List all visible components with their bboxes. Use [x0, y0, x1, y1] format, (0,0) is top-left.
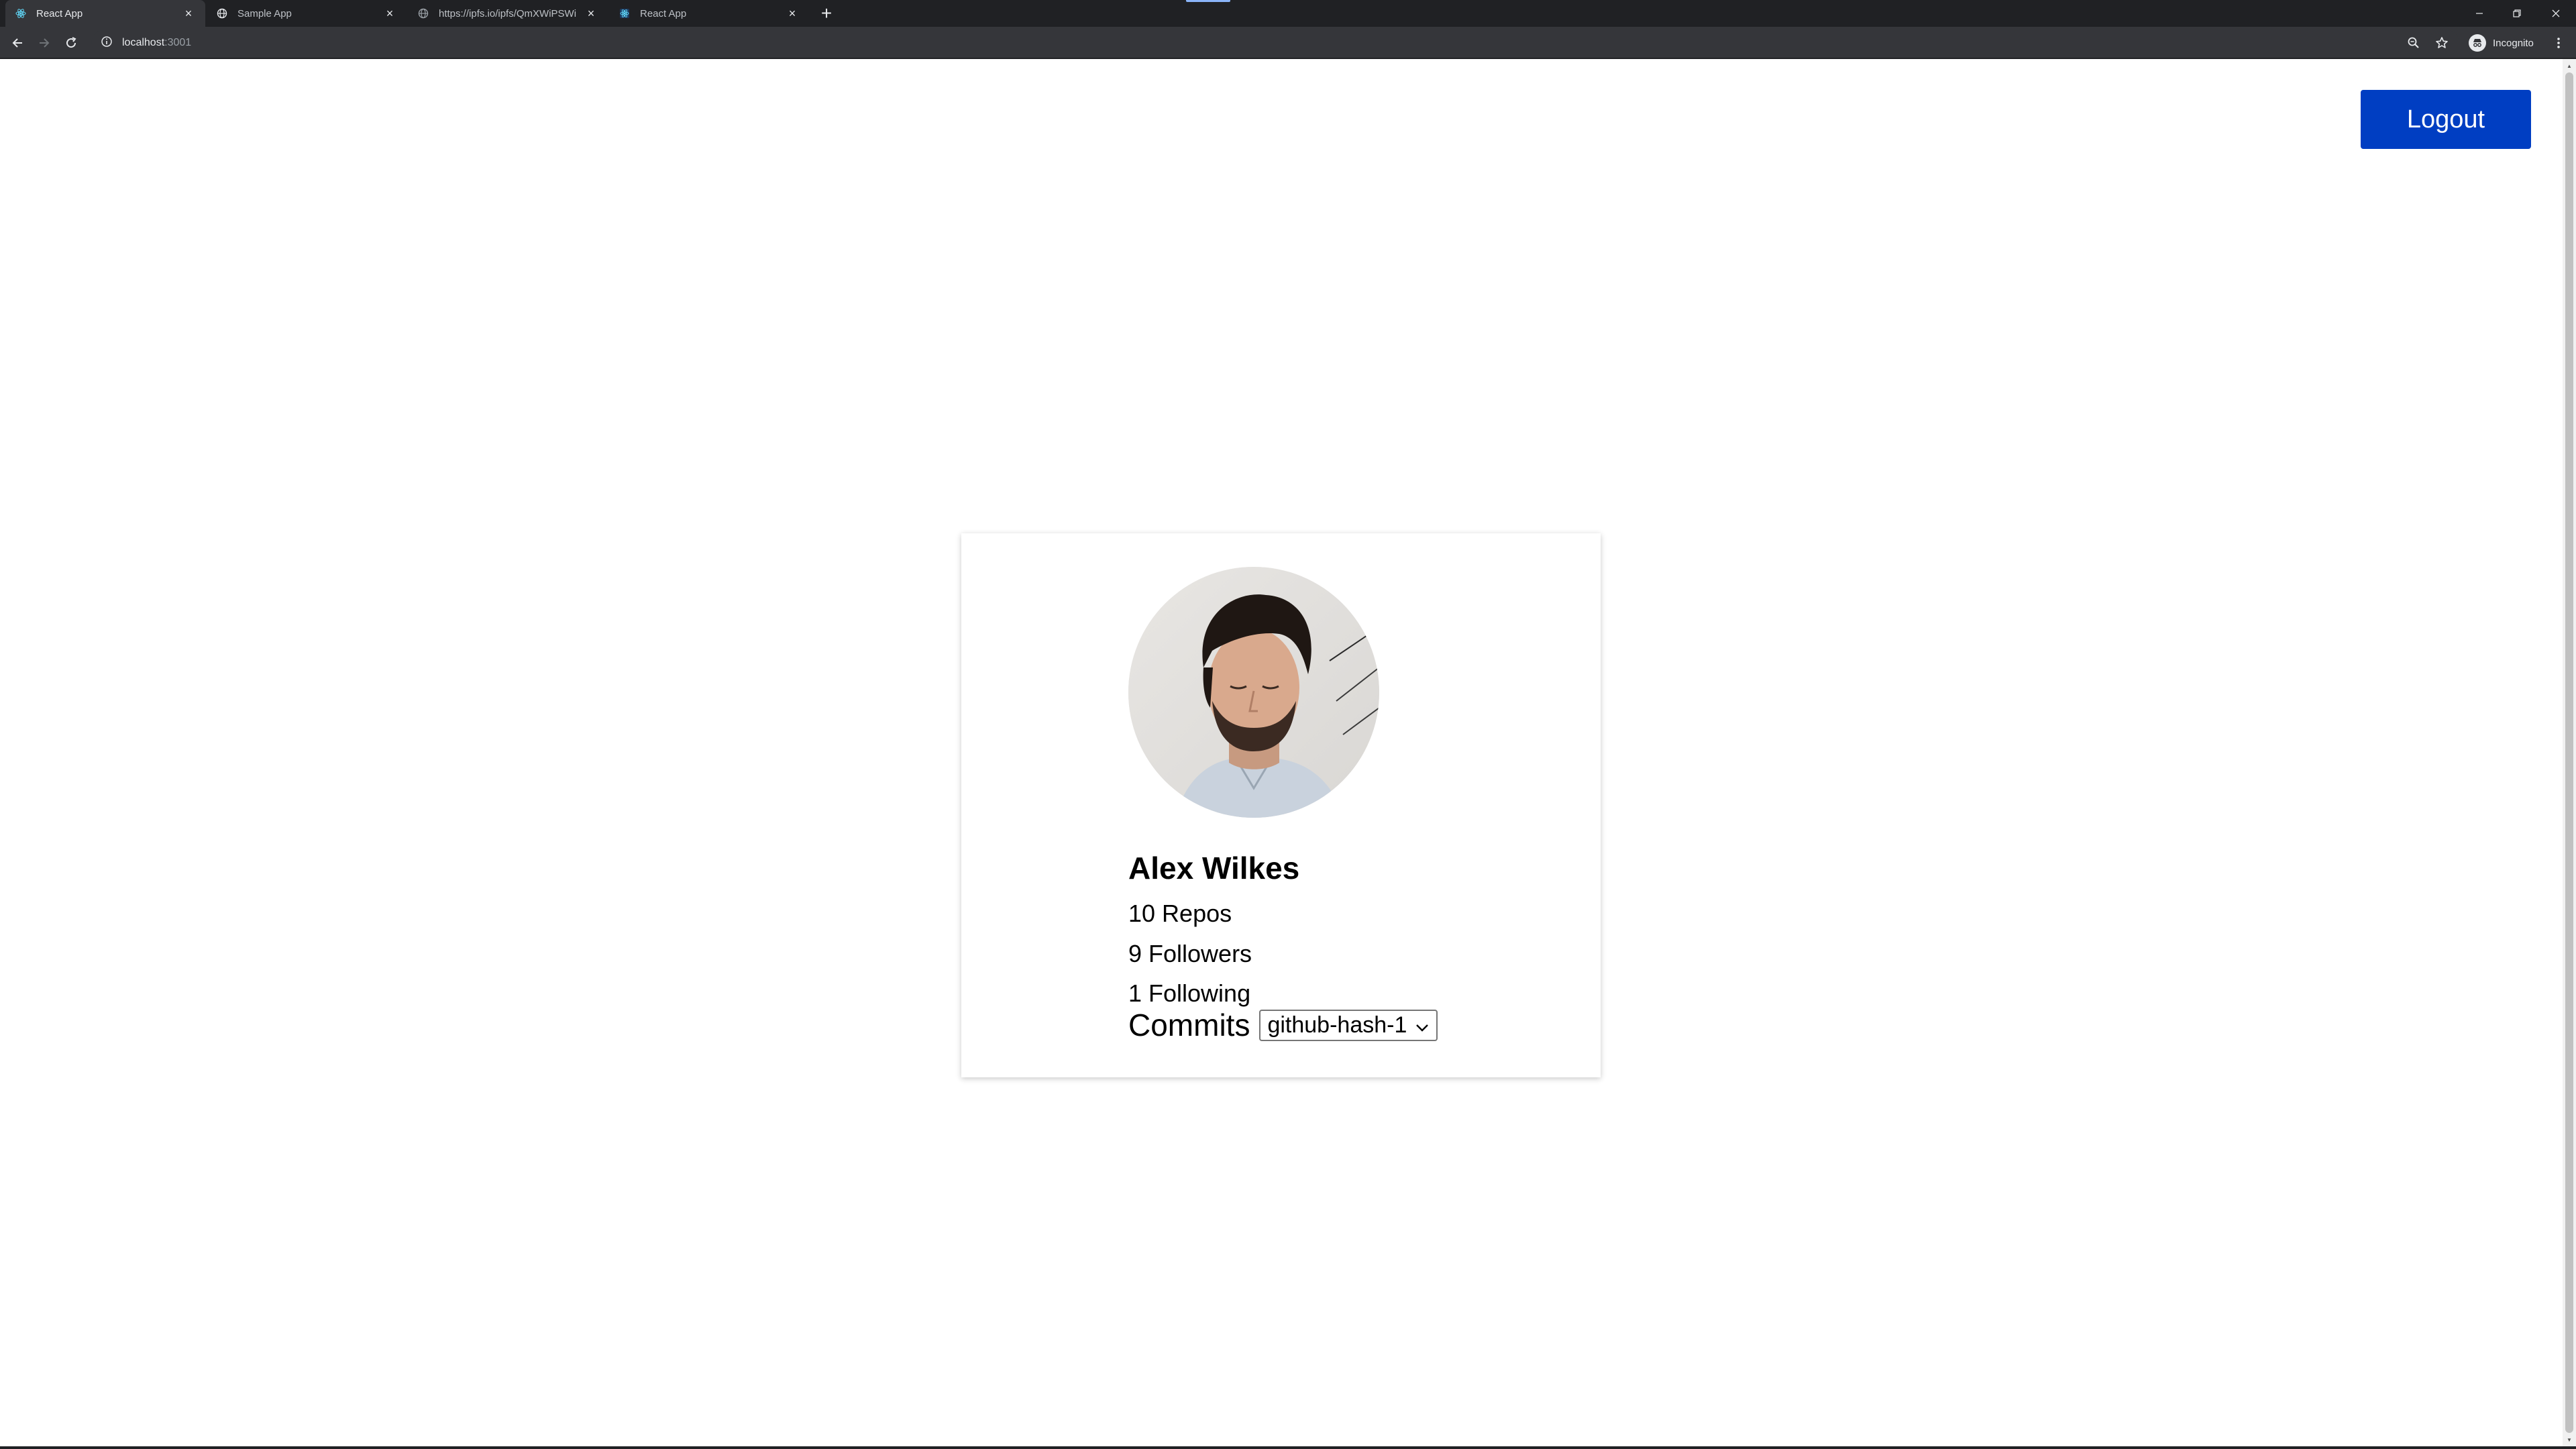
reload-icon[interactable]: [59, 31, 83, 55]
scroll-down-arrow-icon[interactable]: ▼: [2563, 1434, 2576, 1445]
restore-icon[interactable]: [2498, 0, 2536, 27]
react-icon: [15, 7, 27, 19]
minimize-icon[interactable]: [2461, 0, 2498, 27]
back-icon[interactable]: [5, 31, 30, 55]
following-count: 1 Following: [1128, 979, 1251, 1007]
incognito-indicator[interactable]: Incognito: [2462, 31, 2540, 55]
commits-label: Commits: [1128, 1008, 1250, 1042]
info-icon[interactable]: [101, 36, 113, 51]
tab-title: Sample App: [237, 7, 292, 19]
followers-count: 9 Followers: [1128, 940, 1252, 967]
url-host: localhost: [122, 37, 165, 48]
bookmark-star-icon[interactable]: [2430, 31, 2454, 55]
close-window-icon[interactable]: [2537, 0, 2575, 27]
scroll-up-arrow-icon[interactable]: ▲: [2563, 60, 2576, 71]
tab-title: React App: [640, 7, 687, 19]
commits-select[interactable]: github-hash-1: [1259, 1009, 1438, 1041]
close-tab-icon[interactable]: ×: [785, 6, 800, 21]
url-port: :3001: [164, 37, 192, 48]
tab-react-app-1[interactable]: React App ×: [5, 0, 205, 27]
react-icon: [619, 7, 631, 19]
tab-react-app-2[interactable]: React App ×: [609, 0, 809, 27]
scrollbar-thumb[interactable]: [2565, 72, 2573, 1433]
profile-name: Alex Wilkes: [1128, 851, 1300, 885]
browser-toolbar: localhost:3001 Incognito: [0, 27, 2576, 59]
tab-ipfs[interactable]: https://ipfs.io/ipfs/QmXWiPSWi ×: [408, 0, 608, 27]
tab-strip-indicator: [1186, 0, 1230, 2]
commits-selected-value: github-hash-1: [1267, 1012, 1407, 1038]
repos-count: 10 Repos: [1128, 900, 1232, 927]
tab-title: React App: [36, 7, 83, 19]
window-bottom-edge: [0, 1446, 2576, 1449]
forward-icon[interactable]: [32, 31, 56, 55]
incognito-icon: [2469, 34, 2486, 52]
chevron-down-icon: [1415, 1012, 1430, 1038]
profile-avatar: [1128, 567, 1379, 818]
browser-tab-strip: React App × Sample App × https://ipfs.io…: [0, 0, 2576, 27]
close-tab-icon[interactable]: ×: [382, 6, 397, 21]
commits-row: Commits github-hash-1: [1128, 1007, 1438, 1043]
close-tab-icon[interactable]: ×: [181, 6, 196, 21]
new-tab-button[interactable]: +: [816, 3, 837, 24]
profile-card: Alex Wilkes 10 Repos 9 Followers 1 Follo…: [961, 533, 1601, 1077]
globe-icon: [417, 7, 429, 19]
address-bar[interactable]: localhost:3001: [91, 30, 2459, 56]
tab-sample-app[interactable]: Sample App ×: [207, 0, 407, 27]
tab-title: https://ipfs.io/ipfs/QmXWiPSWi: [439, 7, 577, 19]
logout-button[interactable]: Logout: [2361, 90, 2531, 149]
zoom-icon[interactable]: [2402, 31, 2426, 55]
menu-kebab-icon[interactable]: [2546, 31, 2571, 55]
close-tab-icon[interactable]: ×: [584, 6, 598, 21]
globe-icon: [216, 7, 228, 19]
incognito-label: Incognito: [2493, 37, 2534, 49]
